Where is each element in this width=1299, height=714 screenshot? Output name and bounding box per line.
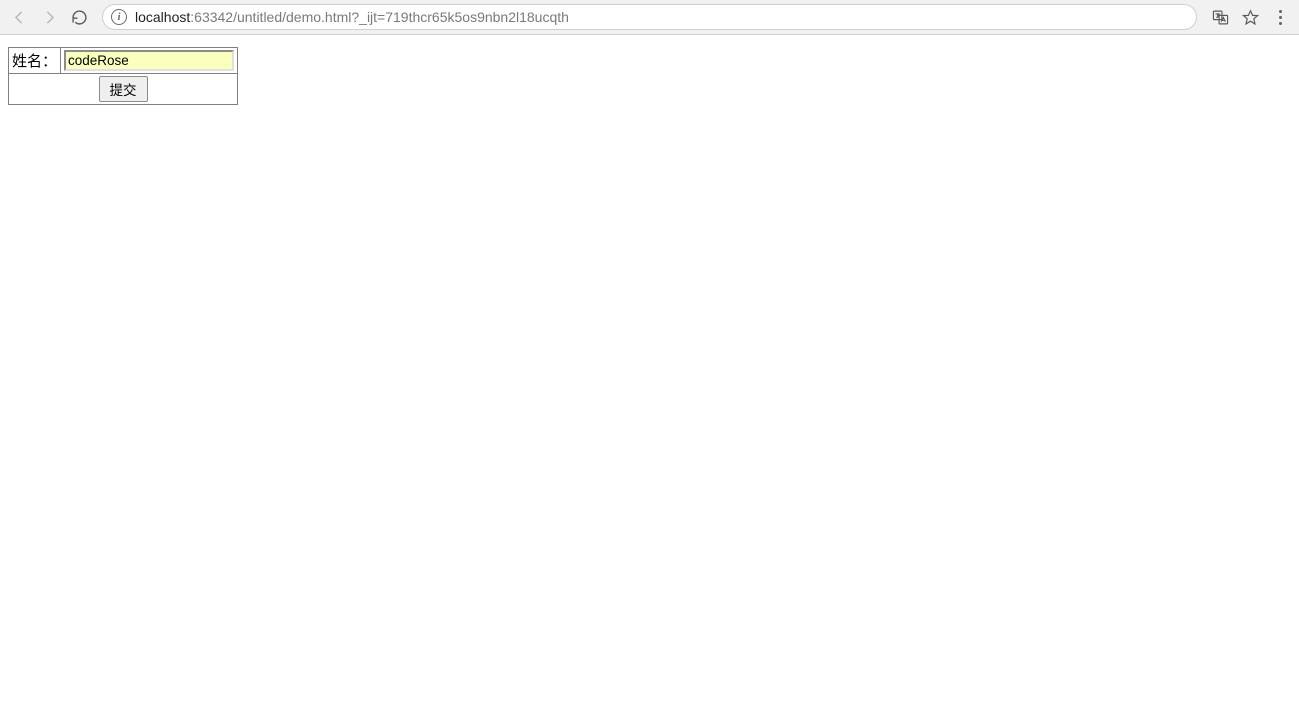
submit-button[interactable]: 提交: [99, 76, 148, 102]
address-bar[interactable]: i localhost:63342/untitled/demo.html?_ij…: [102, 4, 1197, 30]
arrow-left-icon: [11, 9, 28, 26]
name-input-cell: [61, 48, 238, 74]
reload-button[interactable]: [66, 4, 92, 30]
reload-icon: [71, 9, 88, 26]
submit-cell: 提交: [9, 74, 238, 105]
back-button[interactable]: [6, 4, 32, 30]
translate-icon: [1212, 9, 1229, 26]
translate-button[interactable]: [1207, 4, 1233, 30]
browser-menu-button[interactable]: [1267, 4, 1293, 30]
dot-icon: [1279, 22, 1282, 25]
url-path: :63342/untitled/demo.html?_ijt=719thcr65…: [190, 9, 569, 25]
form-table: 姓名： 提交: [8, 47, 238, 105]
site-info-icon[interactable]: i: [111, 9, 127, 25]
name-input[interactable]: [64, 50, 234, 71]
dot-icon: [1279, 10, 1282, 13]
url-host: localhost: [135, 9, 190, 25]
dot-icon: [1279, 16, 1282, 19]
submit-row: 提交: [9, 74, 238, 105]
url-text: localhost:63342/untitled/demo.html?_ijt=…: [135, 9, 569, 25]
browser-toolbar: i localhost:63342/untitled/demo.html?_ij…: [0, 0, 1299, 35]
name-row: 姓名：: [9, 48, 238, 74]
forward-button[interactable]: [36, 4, 62, 30]
bookmark-button[interactable]: [1237, 4, 1263, 30]
star-icon: [1242, 9, 1259, 26]
name-label: 姓名：: [9, 48, 61, 74]
arrow-right-icon: [41, 9, 58, 26]
page-body: 姓名： 提交: [0, 35, 1299, 117]
